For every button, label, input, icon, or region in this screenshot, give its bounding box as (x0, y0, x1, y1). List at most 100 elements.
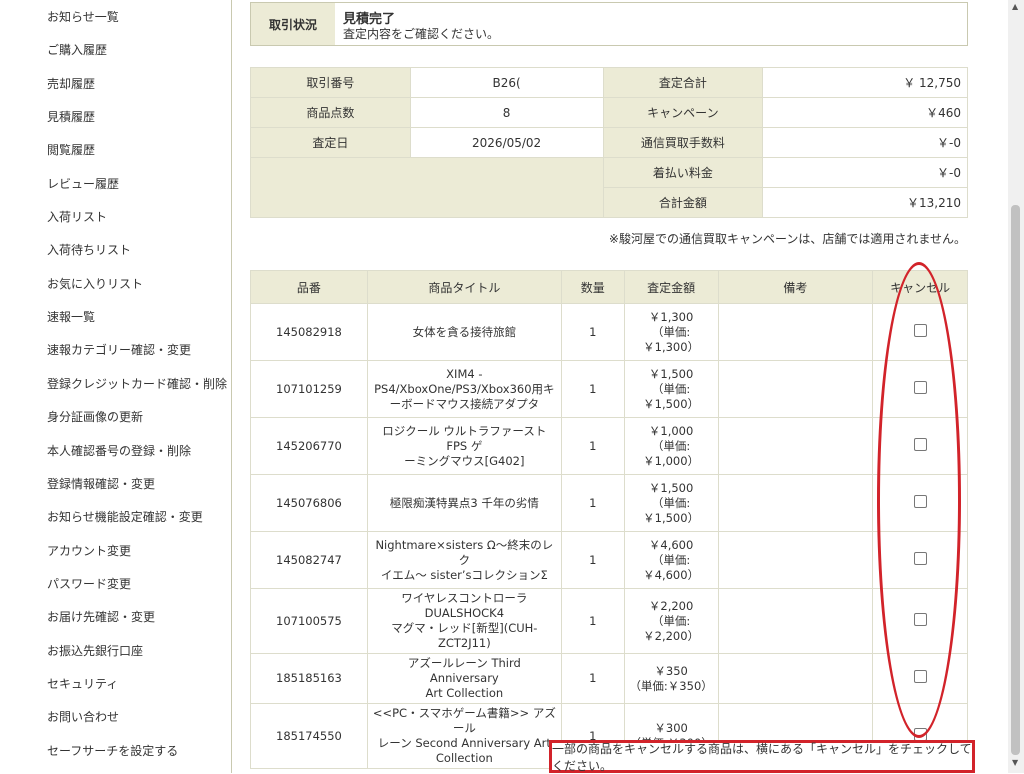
sidebar-item-arrival-list[interactable]: 入荷リスト (47, 208, 107, 225)
item-price-line: ￥1,500） (643, 510, 700, 525)
sidebar-item-browsing-history[interactable]: 閲覧履歴 (47, 141, 95, 158)
item-title-line: Nightmare×sisters Ω～終末のレク (375, 537, 554, 567)
item-price-line: ￥1,500） (643, 396, 700, 411)
item-code: 145082747 (250, 531, 368, 589)
item-code: 145076806 (250, 474, 368, 532)
appraisal-date-label: 査定日 (250, 127, 411, 158)
sidebar-item-waitlist[interactable]: 入荷待ちリスト (47, 241, 131, 258)
item-title: 極限痴漢特異点3 千年の劣情 (366, 474, 562, 532)
item-note (717, 588, 874, 654)
sidebar-item-bank-account[interactable]: お振込先銀行口座 (47, 642, 143, 659)
item-price-line: ￥1,300） (643, 339, 700, 354)
campaign-note: ※駿河屋での通信買取キャンペーンは、店舗では適用されません。 (608, 232, 966, 246)
grand-total-label: 合計金額 (602, 187, 764, 218)
scroll-down-icon[interactable]: ▼ (1012, 758, 1018, 767)
item-code: 107100575 (250, 588, 368, 654)
item-title-line: レーン Second Anniversary Art (377, 736, 551, 750)
sidebar-item-safe-search[interactable]: セーフサーチを設定する (47, 742, 178, 759)
cod-fee-label: 着払い料金 (602, 157, 764, 188)
header-title: 商品タイトル (366, 270, 562, 304)
sidebar-item-news[interactable]: 速報一覧 (47, 308, 95, 325)
cancel-checkbox[interactable] (913, 494, 927, 508)
sidebar-item-news-category[interactable]: 速報カテゴリー確認・変更 (47, 341, 191, 358)
item-row: 145082747 Nightmare×sisters Ω～終末のレク イエム～ s… (250, 531, 968, 589)
item-price-line: （単価: (651, 552, 691, 567)
item-price-line: ￥4,600 (648, 537, 694, 552)
sidebar-item-verification-number[interactable]: 本人確認番号の登録・削除 (47, 442, 191, 459)
item-title: アズールレーン Third Anniversary Art Collection (366, 653, 562, 704)
cancel-checkbox[interactable] (913, 323, 927, 337)
scrollbar-thumb[interactable] (1011, 205, 1020, 755)
header-code: 品番 (250, 270, 368, 304)
item-title-line: ロジクール ウルトラファースト FPS ゲ (382, 423, 547, 453)
header-qty: 数量 (560, 270, 625, 304)
item-price-line: （単価: (651, 613, 691, 628)
item-price-line: （単価: (651, 324, 691, 339)
item-title-line: <<PC・スマホゲーム書籍>> アズール (372, 706, 556, 735)
item-qty: 1 (560, 588, 625, 654)
summary-table: 取引番号 B26( 査定合計 ￥ 12,750 商品点数 8 キャンペーン ￥4… (250, 67, 968, 218)
cod-fee-value: ￥-0 (762, 157, 968, 188)
item-row: 145082918 女体を貪る接待旅館 1 ￥1,300 （単価: ￥1,300） (250, 303, 968, 361)
header-note: 備考 (717, 270, 874, 304)
sidebar-item-registration-info[interactable]: 登録情報確認・変更 (47, 475, 155, 492)
vertical-scrollbar[interactable]: ▲ ▼ (1008, 0, 1024, 773)
sidebar-item-sale-history[interactable]: 売却履歴 (47, 75, 95, 92)
item-title-line: ーボードマウス接続アダプタ (389, 396, 540, 411)
item-cancel-cell (872, 588, 968, 654)
sidebar-item-account-change[interactable]: アカウント変更 (47, 542, 131, 559)
item-row: 107100575 ワイヤレスコントローラDUALSHOCK4 マグマ・レッド[新型… (250, 588, 968, 654)
sidebar-item-id-image[interactable]: 身分証画像の更新 (47, 408, 143, 425)
sidebar-item-purchase-history[interactable]: ご購入履歴 (47, 41, 107, 58)
item-qty: 1 (560, 474, 625, 532)
item-code: 145082918 (250, 303, 368, 361)
cancel-checkbox[interactable] (913, 551, 927, 565)
cancel-checkbox[interactable] (913, 437, 927, 451)
item-count-value: 8 (409, 97, 604, 128)
item-price-line: ￥4,600） (643, 567, 700, 582)
item-title-line: 極限痴漢特異点3 千年の劣情 (389, 495, 539, 510)
item-cancel-cell (872, 474, 968, 532)
sidebar-item-review-history[interactable]: レビュー履歴 (47, 175, 119, 192)
item-price-line: （単価: (651, 381, 691, 396)
status-description: 査定内容をご確認ください。 (343, 27, 500, 41)
item-cancel-cell (872, 417, 968, 475)
sidebar-item-estimate-history[interactable]: 見積履歴 (47, 108, 95, 125)
item-row: 185185163 アズールレーン Third Anniversary Art Co… (250, 653, 968, 704)
item-price-line: （単価:￥350） (629, 678, 713, 693)
sidebar-item-delivery-address[interactable]: お届け先確認・変更 (47, 608, 155, 625)
item-price-line: ￥2,200） (643, 628, 700, 643)
cancel-checkbox[interactable] (913, 670, 927, 683)
item-code: 185185163 (250, 653, 368, 704)
campaign-label: キャンペーン (602, 97, 764, 128)
item-title-line: イエム～ sister’sコレクションΣ (380, 567, 548, 582)
item-price-line: ￥1,000） (643, 453, 700, 468)
scroll-up-icon[interactable]: ▲ (1012, 2, 1018, 11)
sidebar-item-notices[interactable]: お知らせ一覧 (47, 8, 119, 25)
item-price-line: （単価: (651, 438, 691, 453)
item-note (717, 531, 874, 589)
item-qty: 1 (560, 360, 625, 418)
item-title-line: Art Collection (425, 686, 504, 700)
item-title-line: 女体を貪る接待旅館 (412, 324, 517, 339)
cancel-checkbox[interactable] (913, 612, 927, 626)
cancel-checkbox[interactable] (913, 380, 927, 394)
item-price-line: ￥1,300 (648, 309, 694, 324)
sidebar-item-credit-card[interactable]: 登録クレジットカード確認・削除 (47, 375, 227, 392)
cancel-instruction-text: 一部の商品をキャンセルする商品は、横にある「キャンセル」をチェックしてください。 (552, 741, 972, 773)
sidebar-item-notice-settings[interactable]: お知らせ機能設定確認・変更 (47, 508, 203, 525)
sidebar-item-security[interactable]: セキュリティ (47, 675, 118, 692)
item-price: ￥1,500 （単価: ￥1,500） (623, 360, 719, 418)
sidebar-item-contact[interactable]: お問い合わせ (47, 708, 119, 725)
item-price-line: ￥300 (654, 721, 688, 735)
item-title-line: XIM4 - (446, 366, 483, 381)
sidebar-item-favorites[interactable]: お気に入りリスト (47, 275, 143, 292)
item-price: ￥2,200 （単価: ￥2,200） (623, 588, 719, 654)
mail-fee-value: ￥-0 (762, 127, 968, 158)
sidebar-item-password-change[interactable]: パスワード変更 (47, 575, 131, 592)
item-title: Nightmare×sisters Ω～終末のレク イエム～ sister’sコレ… (366, 531, 562, 589)
sidebar-menu: お知らせ一覧 ご購入履歴 売却履歴 見積履歴 閲覧履歴 レビュー履歴 入荷リスト… (34, 0, 232, 773)
cancel-instruction: 一部の商品をキャンセルする商品は、横にある「キャンセル」をチェックしてください。 (549, 740, 975, 773)
item-price-line: ￥1,500 (648, 366, 694, 381)
items-table: 品番 商品タイトル 数量 査定金額 備考 キャンセル 145082918 女体を貪… (250, 270, 968, 769)
